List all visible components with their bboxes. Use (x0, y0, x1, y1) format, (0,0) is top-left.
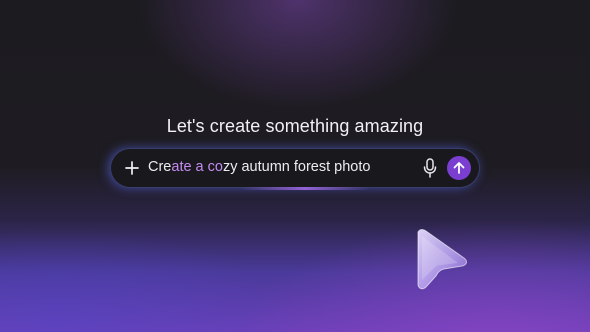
microphone-icon (423, 158, 437, 178)
add-button[interactable] (122, 158, 142, 178)
page-heading: Let's create something amazing (166, 116, 424, 136)
prompt-text-end: zy autumn forest photo (222, 159, 371, 175)
prompt-text-highlight: ate a co (171, 159, 223, 175)
pointer-cursor-icon (417, 229, 467, 290)
prompt-text-start: Cre (148, 159, 172, 175)
microphone-button[interactable] (420, 158, 440, 178)
prompt-bar[interactable]: Create a cozy autumn forest photo (110, 148, 480, 190)
prompt-input[interactable]: Create a cozy autumn forest photo (148, 159, 370, 175)
send-button[interactable] (447, 156, 471, 180)
arrow-up-icon (453, 162, 465, 174)
plus-icon (125, 161, 139, 175)
